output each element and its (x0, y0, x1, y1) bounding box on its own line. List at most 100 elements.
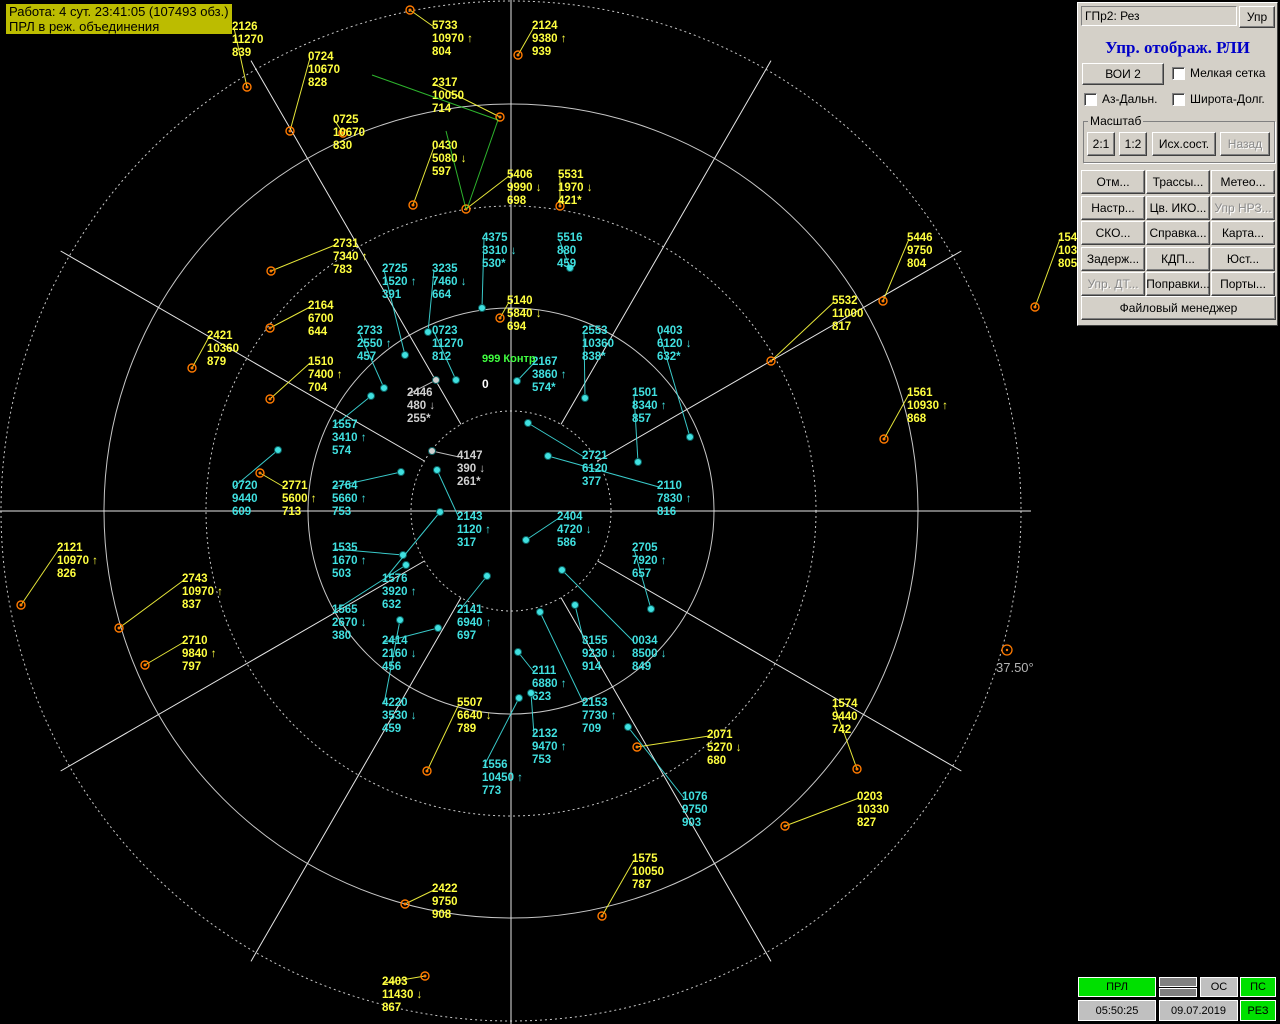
aircraft-icon[interactable] (424, 328, 432, 336)
track-label[interactable]: 2126 11270 839 (232, 21, 263, 59)
panel-button[interactable]: Порты... (1211, 272, 1275, 296)
prl-indicator[interactable]: ПРЛ (1078, 977, 1156, 997)
aircraft-icon[interactable] (436, 508, 444, 516)
back-button[interactable]: Назад (1220, 132, 1270, 156)
aircraft-icon[interactable] (428, 447, 436, 455)
track-label[interactable]: 5532 11000 817 (832, 295, 863, 333)
panel-button[interactable]: Задерж... (1081, 246, 1145, 271)
track-label[interactable]: 5516 880 459 (557, 232, 583, 270)
track-label[interactable]: 1556 10450 ↑ 773 (482, 759, 523, 797)
track[interactable]: 2705 7920 ↑ 657 (632, 542, 667, 613)
track[interactable]: 2111 6880 ↑ 623 (514, 648, 567, 704)
track-label[interactable]: 1535 1670 ↑ 503 (332, 542, 367, 580)
track-label[interactable]: 0725 10670 830 (333, 114, 365, 152)
aircraft-icon[interactable] (433, 466, 441, 474)
panel-button[interactable]: Упр. ДТ... (1081, 272, 1145, 296)
panel-button[interactable]: Карта... (1211, 221, 1275, 245)
track-label[interactable]: 2143 1120 ↑ 317 (457, 511, 491, 549)
aircraft-icon[interactable] (522, 536, 530, 544)
track-label[interactable]: 0723 11270 812 (432, 325, 463, 363)
aircraft-icon[interactable] (432, 376, 440, 384)
track[interactable]: 2710 9840 ↑ 797 (140, 635, 217, 673)
aircraft-icon[interactable] (402, 561, 410, 569)
reset-scale-button[interactable]: Исх.сост. (1152, 132, 1216, 156)
track-label[interactable]: 2141 6940 ↑ 697 (457, 604, 492, 642)
track[interactable]: 154 103 805 (1030, 232, 1078, 312)
track-label[interactable]: 1561 10930 ↑ 868 (907, 387, 948, 425)
panel-button[interactable]: Юст... (1211, 246, 1275, 271)
scale-1-2-button[interactable]: 1:2 (1119, 132, 1147, 156)
panel-button[interactable]: Поправки... (1146, 272, 1210, 296)
track-label[interactable]: 0034 8500 ↓ 849 (632, 635, 667, 673)
aircraft-icon[interactable] (434, 624, 442, 632)
track[interactable]: 1510 7400 ↑ 704 (265, 356, 343, 404)
aircraft-icon[interactable] (274, 446, 282, 454)
track-label[interactable]: 2710 9840 ↑ 797 (182, 635, 217, 673)
file-manager-button[interactable]: Файловый менеджер (1081, 296, 1276, 320)
voi-button[interactable]: ВОИ 2 (1082, 63, 1164, 85)
track-label[interactable]: 2403 11430 ↓ 867 (382, 976, 422, 1014)
track[interactable]: 1575 10050 787 (597, 853, 664, 921)
aircraft-icon[interactable] (624, 723, 632, 731)
track-label[interactable]: 2124 9380 ↑ 939 (532, 20, 567, 58)
rez-indicator[interactable]: РЕЗ (1240, 1000, 1276, 1021)
track-label[interactable]: 1510 7400 ↑ 704 (308, 356, 343, 394)
track-label[interactable]: 154 103 805 (1058, 232, 1078, 270)
checkbox-box[interactable] (1172, 66, 1185, 80)
aircraft-icon[interactable] (396, 616, 404, 624)
aircraft-icon[interactable] (380, 384, 388, 392)
track-label[interactable]: 4220 3530 ↓ 459 (382, 697, 417, 735)
track-label[interactable]: 2743 10970 ↑ 837 (182, 573, 223, 611)
track[interactable]: 2731 7340 ↑ 783 (266, 238, 368, 276)
track[interactable]: 2124 9380 ↑ 939 (513, 20, 567, 60)
track[interactable]: 1501 8340 ↑ 857 (632, 387, 667, 466)
track[interactable]: 5531 1970 ↓ 421* (555, 169, 593, 211)
track[interactable]: 1561 10930 ↑ 868 (879, 387, 948, 444)
scale-2-1-button[interactable]: 2:1 (1087, 132, 1115, 156)
track[interactable]: 0724 10670 828 (285, 51, 340, 136)
track[interactable]: 2733 2550 ↑ 457 (357, 325, 392, 392)
track-label[interactable]: 2167 3860 ↑ 574* (532, 356, 567, 394)
aircraft-icon[interactable] (514, 648, 522, 656)
fine-grid-checkbox[interactable]: Мелкая сетка (1172, 66, 1265, 80)
track-label[interactable]: 2153 7730 ↑ 709 (582, 697, 617, 735)
control-button[interactable]: Упр (1239, 6, 1275, 28)
track[interactable]: 0725 10670 830 (333, 114, 365, 152)
track[interactable]: 2446 480 ↓ 255* (407, 376, 440, 426)
track-label[interactable]: 1076 9750 903 (682, 791, 708, 829)
track[interactable]: 5516 880 459 (557, 232, 583, 272)
panel-button[interactable]: СКО... (1081, 221, 1145, 245)
panel-button[interactable]: Метео... (1211, 170, 1275, 194)
track-label[interactable]: 2071 5270 ↓ 680 (707, 729, 742, 767)
track-label[interactable]: 5507 6640 ↓ 789 (457, 697, 492, 735)
aircraft-icon[interactable] (536, 608, 544, 616)
track[interactable]: 2126 11270 839 (232, 21, 263, 92)
track-label[interactable]: 2121 10970 ↑ 826 (57, 542, 98, 580)
aircraft-icon[interactable] (558, 566, 566, 574)
aircraft-icon[interactable] (581, 394, 589, 402)
track-label[interactable]: 2421 10360 879 (207, 330, 239, 368)
track[interactable]: 5140 5840 ↓ 694 (495, 295, 542, 333)
track-label[interactable]: 2731 7340 ↑ 783 (333, 238, 368, 276)
track-label[interactable]: 5140 5840 ↓ 694 (507, 295, 542, 333)
track-label[interactable]: 5446 9750 804 (907, 232, 933, 270)
track[interactable]: 2403 11430 ↓ 867 (382, 971, 430, 1014)
track-label[interactable]: 3155 9230 ↓ 914 (582, 635, 617, 673)
aircraft-icon[interactable] (571, 601, 579, 609)
track-label[interactable]: 2164 6700 644 (308, 300, 334, 338)
aircraft-icon[interactable] (478, 304, 486, 312)
track-label[interactable]: 1575 10050 787 (632, 853, 664, 891)
track-label[interactable]: 5406 9990 ↓ 698 (507, 169, 542, 207)
panel-button[interactable]: Настр... (1081, 195, 1145, 220)
track-label[interactable]: 2110 7830 ↑ 816 (657, 480, 692, 518)
track-label[interactable]: 1565 2670 ↓ 380 (332, 604, 367, 642)
track-label[interactable]: 3235 7460 ↓ 664 (432, 263, 467, 301)
track[interactable]: 2404 4720 ↓ 586 (522, 511, 592, 549)
track-label[interactable]: 2733 2550 ↑ 457 (357, 325, 392, 363)
aircraft-icon[interactable] (401, 351, 409, 359)
track[interactable]: 2121 10970 ↑ 826 (16, 542, 98, 610)
track[interactable]: 1576 3920 ↑ 632 (382, 508, 444, 612)
track-label[interactable]: 2317 10050 714 (432, 77, 464, 115)
track-label[interactable]: 5531 1970 ↓ 421* (558, 169, 593, 207)
track[interactable]: 1557 3410 ↑ 574 (332, 392, 375, 458)
